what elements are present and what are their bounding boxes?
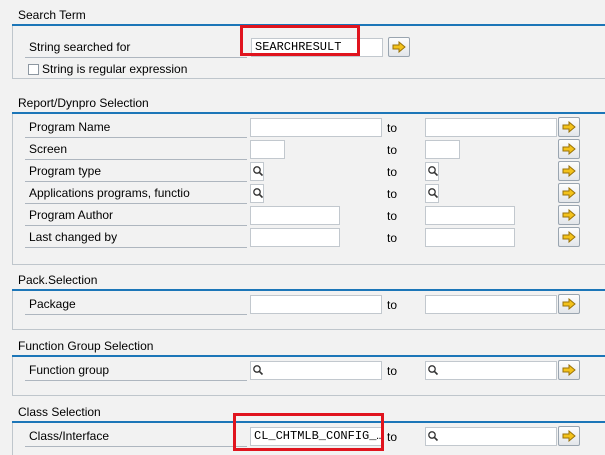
search-icon[interactable] xyxy=(252,165,264,177)
class-interface-high-input[interactable] xyxy=(425,427,557,446)
screen-row: Screen to xyxy=(25,139,585,160)
program-name-label: Program Name xyxy=(25,117,247,138)
program-author-to-label: to xyxy=(387,209,398,223)
pack-selection-group: Pack.Selection Package to xyxy=(12,273,605,330)
function-group-selection-group: Function Group Selection Function group … xyxy=(12,339,605,396)
class-value-highlight xyxy=(233,413,384,451)
report-selection-group: Report/Dynpro Selection Program Name to … xyxy=(12,96,605,265)
applications-programs-low-input[interactable] xyxy=(250,184,264,203)
string-value-highlight xyxy=(240,25,360,56)
function-group-selection-header: Function Group Selection xyxy=(12,339,605,357)
report-selection-title: Report/Dynpro Selection xyxy=(18,96,149,110)
pack-selection-header: Pack.Selection xyxy=(12,273,605,291)
screen-multiple-selection-button[interactable] xyxy=(558,139,580,159)
package-multiple-selection-button[interactable] xyxy=(558,294,580,314)
regex-label: String is regular expression xyxy=(42,62,188,76)
last-changed-by-label: Last changed by xyxy=(25,227,247,248)
program-type-low-input[interactable] xyxy=(250,162,264,181)
class-selection-title: Class Selection xyxy=(18,405,101,419)
package-to-label: to xyxy=(387,298,398,312)
package-low-input[interactable] xyxy=(250,295,382,314)
applications-programs-to-label: to xyxy=(387,187,398,201)
last-changed-by-row: Last changed by to xyxy=(25,227,585,248)
pack-selection-body: Package to xyxy=(12,291,605,330)
applications-programs-multiple-selection-button[interactable] xyxy=(558,183,580,203)
applications-programs-high-input[interactable] xyxy=(425,184,439,203)
search-icon[interactable] xyxy=(252,187,264,199)
program-type-high-input[interactable] xyxy=(425,162,439,181)
arrow-right-icon xyxy=(562,430,576,442)
arrow-right-icon xyxy=(562,187,576,199)
arrow-right-icon xyxy=(562,209,576,221)
program-author-high-input[interactable] xyxy=(425,206,515,225)
program-author-multiple-selection-button[interactable] xyxy=(558,205,580,225)
applications-programs-label: Applications programs, functio xyxy=(25,183,247,204)
function-group-row: Function group to xyxy=(25,360,585,381)
arrow-right-icon xyxy=(562,165,576,177)
regex-row: String is regular expression xyxy=(25,59,325,80)
report-selection-body: Program Name to Screen to Program type t… xyxy=(12,114,605,265)
search-icon[interactable] xyxy=(252,364,264,376)
class-interface-label: Class/Interface xyxy=(25,426,247,447)
search-icon[interactable] xyxy=(427,187,439,199)
function-group-low-input[interactable] xyxy=(250,361,382,380)
string-multiple-selection-button[interactable] xyxy=(388,37,410,57)
last-changed-by-to-label: to xyxy=(387,231,398,245)
program-type-to-label: to xyxy=(387,165,398,179)
search-term-header: Search Term xyxy=(12,8,605,26)
search-icon[interactable] xyxy=(427,364,439,376)
program-type-row: Program type to xyxy=(25,161,585,182)
function-group-multiple-selection-button[interactable] xyxy=(558,360,580,380)
last-changed-by-high-input[interactable] xyxy=(425,228,515,247)
screen-high-input[interactable] xyxy=(425,140,460,159)
package-row: Package to xyxy=(25,294,585,315)
report-selection-header: Report/Dynpro Selection xyxy=(12,96,605,114)
program-author-low-input[interactable] xyxy=(250,206,340,225)
package-high-input[interactable] xyxy=(425,295,557,314)
class-interface-multiple-selection-button[interactable] xyxy=(558,426,580,446)
program-author-label: Program Author xyxy=(25,205,247,226)
function-group-selection-body: Function group to xyxy=(12,357,605,396)
search-icon[interactable] xyxy=(427,430,439,442)
screen-label: Screen xyxy=(25,139,247,160)
program-type-label: Program type xyxy=(25,161,247,182)
package-label: Package xyxy=(25,294,247,315)
function-group-selection-title: Function Group Selection xyxy=(18,339,154,353)
applications-programs-row: Applications programs, functio to xyxy=(25,183,585,204)
string-searched-label: String searched for xyxy=(25,37,247,58)
search-icon[interactable] xyxy=(427,165,439,177)
program-name-row: Program Name to xyxy=(25,117,585,138)
arrow-right-icon xyxy=(562,364,576,376)
pack-selection-title: Pack.Selection xyxy=(18,273,98,287)
program-type-multiple-selection-button[interactable] xyxy=(558,161,580,181)
arrow-right-icon xyxy=(562,143,576,155)
function-group-label: Function group xyxy=(25,360,247,381)
arrow-right-icon xyxy=(562,298,576,310)
arrow-right-icon xyxy=(562,231,576,243)
function-group-high-input[interactable] xyxy=(425,361,557,380)
program-name-to-label: to xyxy=(387,121,398,135)
arrow-right-icon xyxy=(392,41,406,53)
program-name-multiple-selection-button[interactable] xyxy=(558,117,580,137)
last-changed-by-low-input[interactable] xyxy=(250,228,340,247)
function-group-to-label: to xyxy=(387,364,398,378)
program-name-low-input[interactable] xyxy=(250,118,382,137)
regex-checkbox[interactable] xyxy=(28,64,39,75)
last-changed-by-multiple-selection-button[interactable] xyxy=(558,227,580,247)
class-interface-to-label: to xyxy=(387,430,398,444)
program-name-high-input[interactable] xyxy=(425,118,557,137)
search-term-title: Search Term xyxy=(18,8,86,22)
program-author-row: Program Author to xyxy=(25,205,585,226)
arrow-right-icon xyxy=(562,121,576,133)
screen-low-input[interactable] xyxy=(250,140,285,159)
screen-to-label: to xyxy=(387,143,398,157)
